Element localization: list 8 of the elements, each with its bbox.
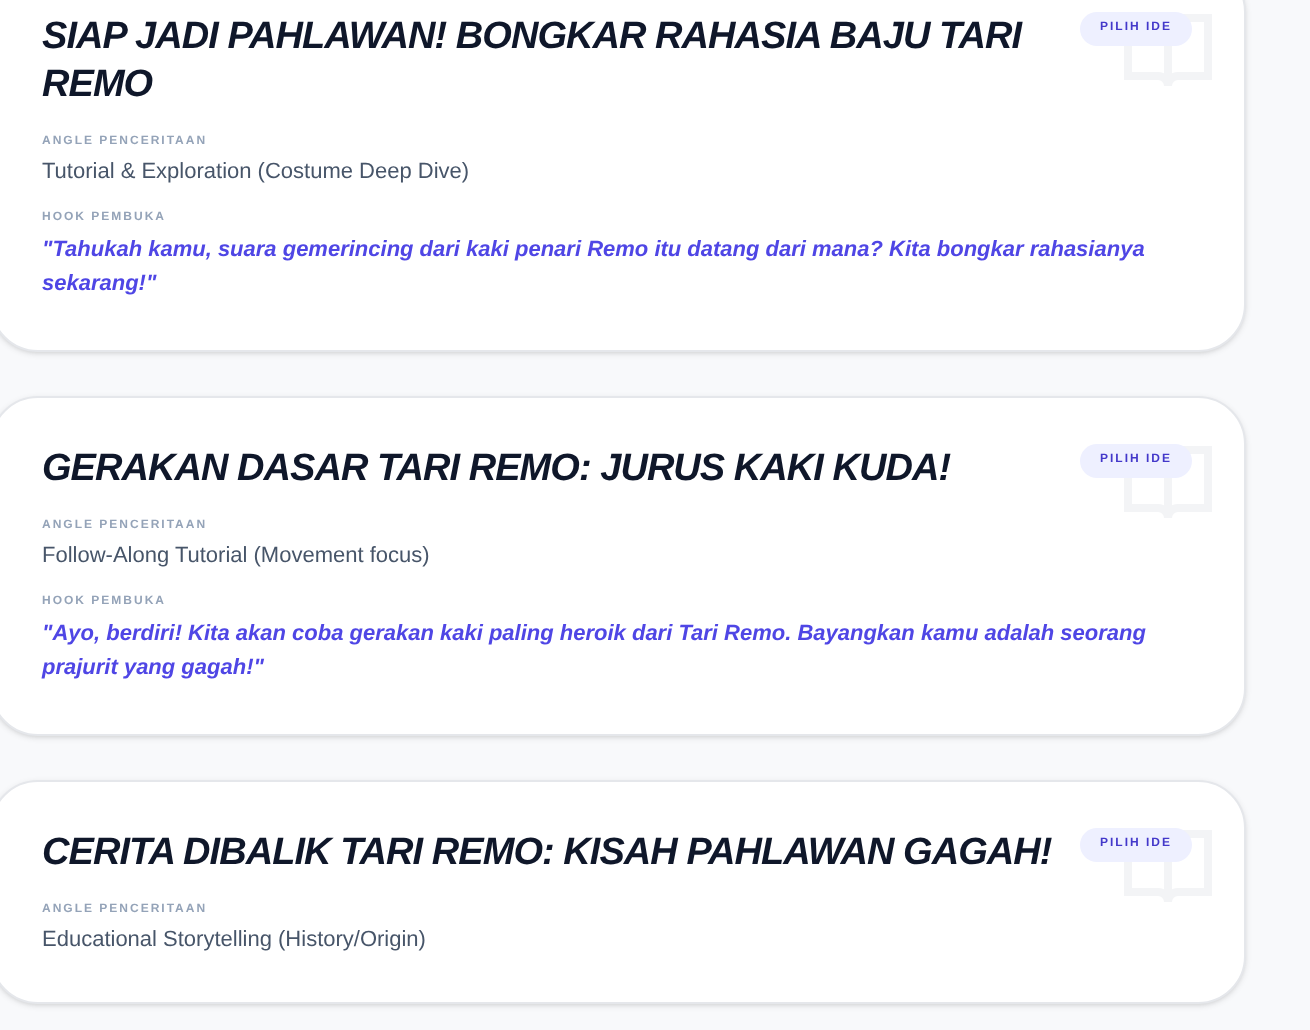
idea-title: CERITA DIBALIK TARI REMO: KISAH PAHLAWAN GAGAH! <box>42 830 1054 878</box>
angle-text: Follow-Along Tutorial (Movement focus) <box>42 542 432 570</box>
idea-title: SIAP JADI PAHLAWAN! BONGKAR RAHASIA BAJU TARI REMO <box>42 14 1025 110</box>
hook-text: "Ayo, berdiri! Kita akan coba gerakan kaki paling heroik dari Tari Remo. Bayangkan kamu adalah seorang prajurit yang gagah!" <box>42 620 1148 684</box>
hook-text: "Tahukah kamu, suara gemerincing dari kaki penari Remo itu datang dari mana? Kita bongkar rahasianya sekarang!" <box>42 236 1147 300</box>
angle-text: Tutorial & Exploration (Costume Deep Dive) <box>42 158 472 186</box>
angle-text: Educational Storytelling (History/Origin) <box>42 926 428 954</box>
idea-title: GERAKAN DASAR TARI REMO: JURUS KAKI KUDA! <box>42 446 953 494</box>
